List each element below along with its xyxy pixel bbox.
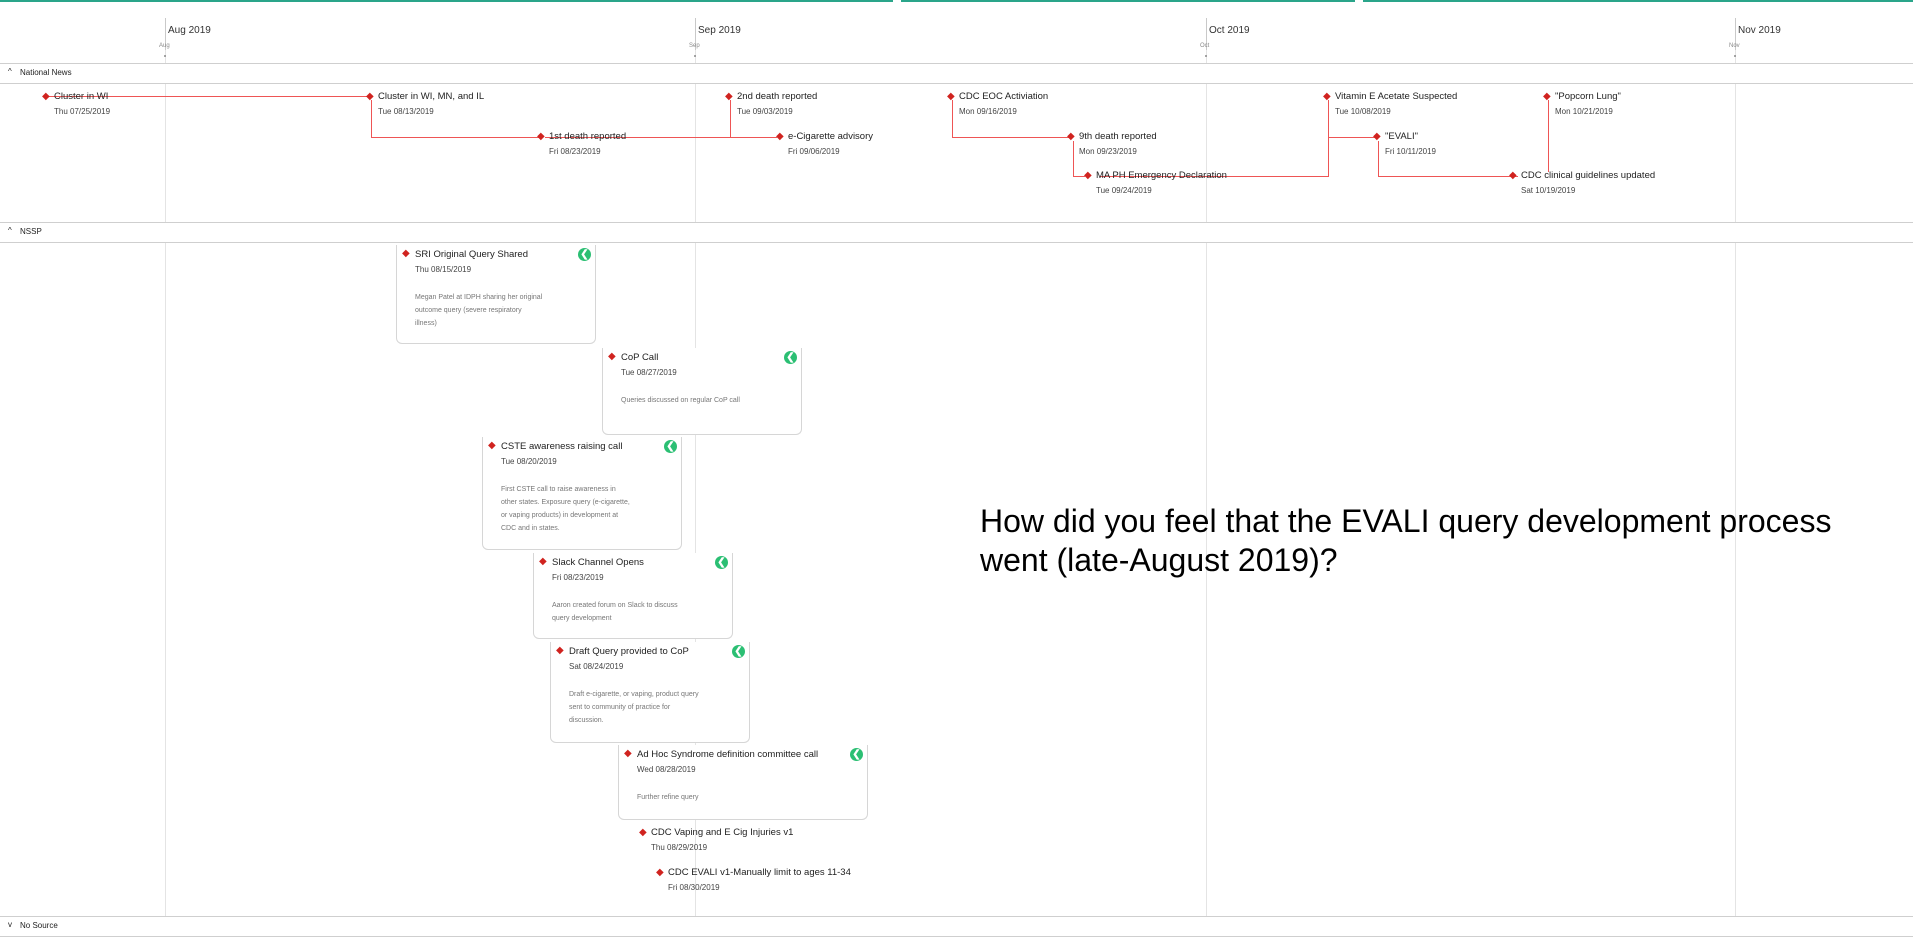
diamond-marker-icon: ◆ xyxy=(947,91,955,102)
gridline-aug xyxy=(165,18,166,918)
diamond-marker-icon: ◆ xyxy=(42,91,50,102)
diamond-marker-icon: ◆ xyxy=(1373,131,1381,142)
diamond-marker-icon: ◆ xyxy=(776,131,784,142)
connector xyxy=(371,100,372,137)
card-cop-call[interactable]: ◆ CoP Call Tue 08/27/2019 Queries discus… xyxy=(602,348,802,435)
connector xyxy=(1073,141,1074,176)
card-draft-query[interactable]: ◆ Draft Query provided to CoP Sat 08/24/… xyxy=(550,642,750,743)
connector xyxy=(371,137,539,138)
section-nssp[interactable]: ^ NSSP xyxy=(0,222,1913,243)
diamond-marker-icon: ◆ xyxy=(488,440,496,451)
card-slack-channel[interactable]: ◆ Slack Channel Opens Fri 08/23/2019 Aar… xyxy=(533,553,733,639)
diamond-marker-icon: ◆ xyxy=(537,131,545,142)
connector xyxy=(1328,100,1329,177)
connector xyxy=(952,137,1070,138)
diamond-marker-icon: ◆ xyxy=(1509,170,1517,181)
collapse-chevron-icon[interactable]: ❮ xyxy=(715,556,728,569)
diamond-marker-icon: ◆ xyxy=(366,91,374,102)
top-accent-bar-3 xyxy=(1363,0,1913,2)
section-title: No Source xyxy=(20,921,58,930)
diamond-marker-icon: ◆ xyxy=(539,556,547,567)
diamond-marker-icon: ◆ xyxy=(608,351,616,362)
diamond-marker-icon: ◆ xyxy=(1323,91,1331,102)
diamond-marker-icon: ◆ xyxy=(725,91,733,102)
question-text: How did you feel that the EVALI query de… xyxy=(980,503,1832,578)
collapse-chevron-icon[interactable]: ❮ xyxy=(578,248,591,261)
card-ad-hoc-committee[interactable]: ◆ Ad Hoc Syndrome definition committee c… xyxy=(618,745,868,820)
top-accent-bar-1 xyxy=(0,0,893,2)
section-title: National News xyxy=(20,68,72,77)
diamond-marker-icon: ◆ xyxy=(1084,170,1092,181)
section-title: NSSP xyxy=(20,227,42,236)
diamond-marker-icon: ◆ xyxy=(656,867,664,878)
diamond-marker-icon: ◆ xyxy=(556,645,564,656)
diamond-marker-icon: ◆ xyxy=(1543,91,1551,102)
expand-icon[interactable]: v xyxy=(8,920,12,929)
connector xyxy=(730,137,777,138)
collapse-icon[interactable]: ^ xyxy=(8,67,12,76)
collapse-chevron-icon[interactable]: ❮ xyxy=(732,645,745,658)
diamond-marker-icon: ◆ xyxy=(402,248,410,259)
top-accent-bar-2 xyxy=(901,0,1355,2)
connector xyxy=(952,100,953,137)
connector xyxy=(1378,176,1518,177)
connector xyxy=(1328,137,1378,138)
connector xyxy=(730,100,731,137)
diamond-marker-icon: ◆ xyxy=(639,827,647,838)
collapse-icon[interactable]: ^ xyxy=(8,226,12,235)
gridline-oct xyxy=(1206,18,1207,918)
collapse-chevron-icon[interactable]: ❮ xyxy=(664,440,677,453)
card-sri-original-query[interactable]: ◆ SRI Original Query Shared Thu 08/15/20… xyxy=(396,245,596,344)
diamond-marker-icon: ◆ xyxy=(1067,131,1075,142)
gridline-nov xyxy=(1735,18,1736,918)
collapse-chevron-icon[interactable]: ❮ xyxy=(784,351,797,364)
card-cste-awareness[interactable]: ◆ CSTE awareness raising call Tue 08/20/… xyxy=(482,437,682,550)
connector xyxy=(1548,100,1549,172)
section-national-news[interactable]: ^ National News xyxy=(0,63,1913,84)
section-no-source[interactable]: v No Source xyxy=(0,916,1913,937)
diamond-marker-icon: ◆ xyxy=(624,748,632,759)
collapse-chevron-icon[interactable]: ❮ xyxy=(850,748,863,761)
connector xyxy=(1378,141,1379,176)
